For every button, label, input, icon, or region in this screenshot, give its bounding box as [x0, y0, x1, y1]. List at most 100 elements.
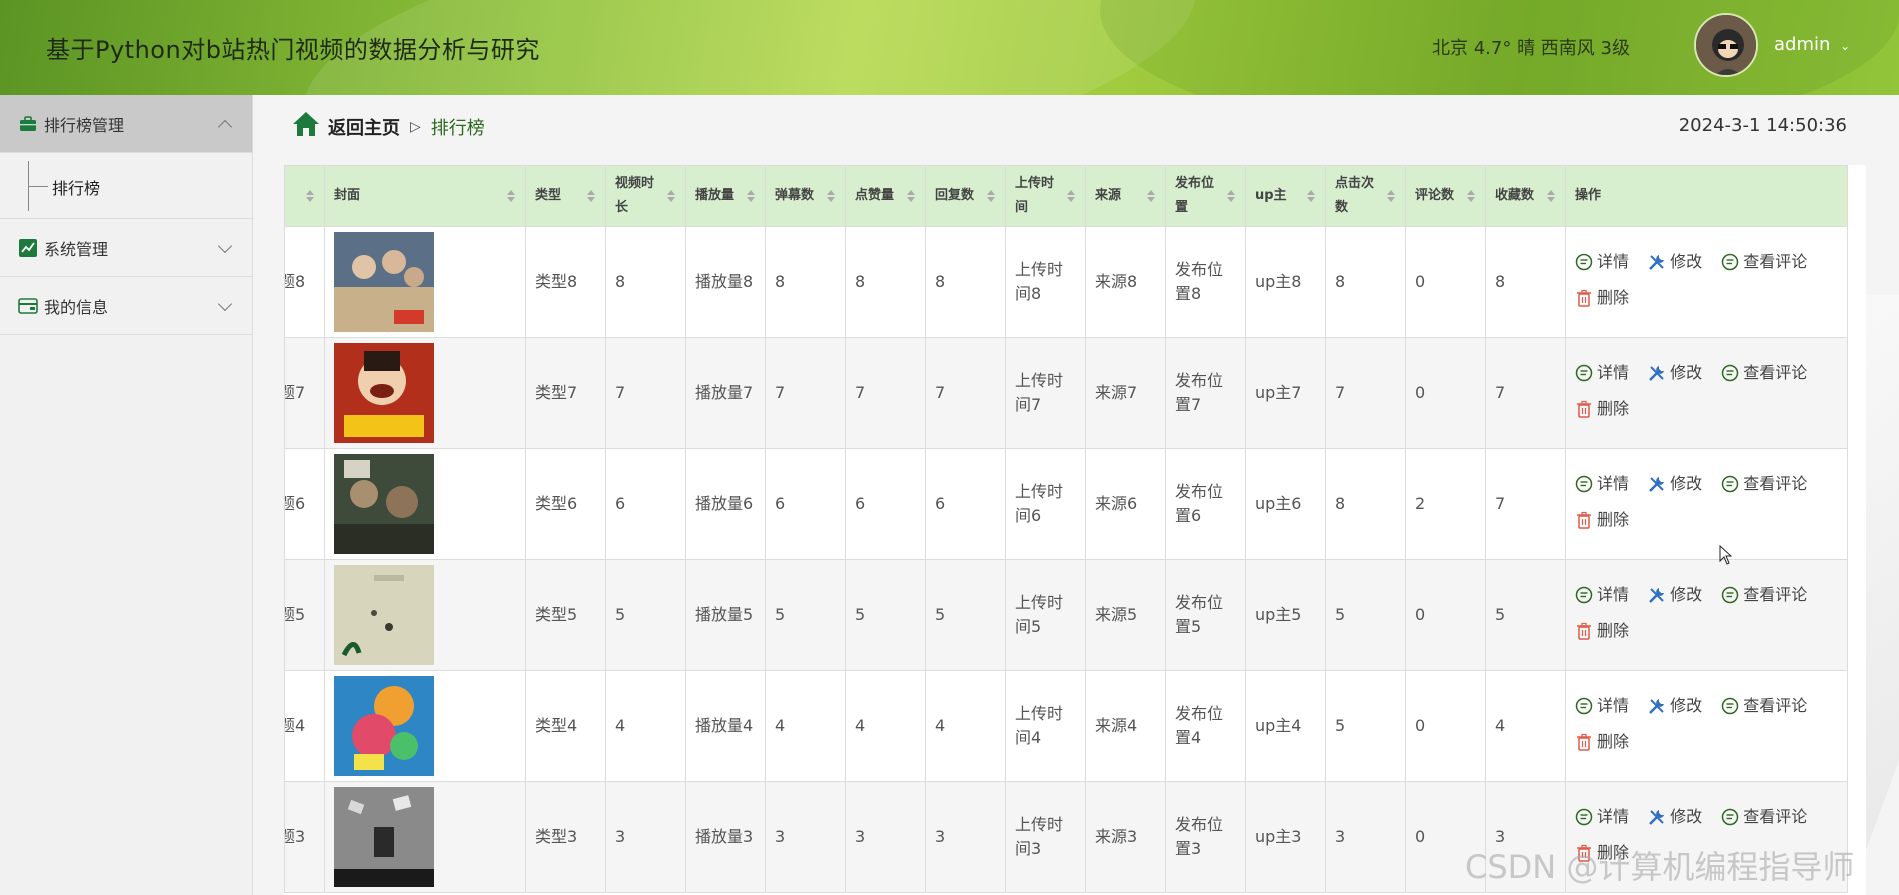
cover-image[interactable] — [334, 343, 434, 443]
delete-button[interactable]: 删除 — [1575, 508, 1629, 532]
home-icon[interactable] — [292, 111, 320, 142]
column-header[interactable]: 视频时长 — [605, 165, 686, 227]
cell-clicks: 7 — [1325, 337, 1406, 449]
cell-upload: 上传时间7 — [1005, 337, 1086, 449]
cell-type: 类型3 — [525, 781, 606, 893]
sort-icon[interactable] — [667, 190, 675, 202]
cover-image[interactable] — [334, 565, 434, 665]
sort-icon[interactable] — [587, 190, 595, 202]
edit-button[interactable]: 修改 — [1648, 583, 1702, 607]
detail-button[interactable]: 详情 — [1575, 361, 1629, 385]
cell-danmu: 6 — [765, 448, 846, 560]
column-header[interactable]: 发布位置 — [1165, 165, 1246, 227]
detail-icon — [1575, 808, 1593, 826]
sidebar-group-myinfo[interactable]: 我的信息 — [0, 277, 252, 335]
detail-button[interactable]: 详情 — [1575, 250, 1629, 274]
sort-icon[interactable] — [1467, 190, 1475, 202]
sort-icon[interactable] — [306, 190, 314, 202]
sort-icon[interactable] — [507, 190, 515, 202]
cell-location: 发布位置6 — [1165, 448, 1246, 560]
view-comments-icon — [1721, 697, 1739, 715]
column-header[interactable]: 来源 — [1085, 165, 1166, 227]
card-icon — [18, 296, 38, 316]
view-comments-button[interactable]: 查看评论 — [1721, 583, 1807, 607]
cell-id: 题3 — [284, 781, 325, 893]
cell-uploader: up主3 — [1245, 781, 1326, 893]
delete-button[interactable]: 删除 — [1575, 730, 1629, 754]
cell-replies: 6 — [925, 448, 1006, 560]
cell-type: 类型7 — [525, 337, 606, 449]
cover-image[interactable] — [334, 787, 434, 887]
column-header[interactable]: 封面 — [324, 165, 526, 227]
cell-clicks: 5 — [1325, 670, 1406, 782]
breadcrumb-home[interactable]: 返回主页 — [328, 114, 400, 140]
column-header[interactable] — [284, 165, 325, 227]
delete-button[interactable]: 删除 — [1575, 619, 1629, 643]
sort-icon[interactable] — [987, 190, 995, 202]
delete-button[interactable]: 删除 — [1575, 286, 1629, 310]
cell-likes: 4 — [845, 670, 926, 782]
delete-icon — [1577, 400, 1591, 418]
user-menu[interactable]: admin ⌄ — [1774, 34, 1850, 55]
cell-comments: 0 — [1405, 226, 1486, 338]
sort-icon[interactable] — [1147, 190, 1155, 202]
sort-icon[interactable] — [747, 190, 755, 202]
sidebar-item-ranking[interactable]: 排行榜 — [0, 153, 252, 219]
detail-button[interactable]: 详情 — [1575, 805, 1629, 829]
detail-button[interactable]: 详情 — [1575, 472, 1629, 496]
cell-danmu: 4 — [765, 670, 846, 782]
avatar[interactable] — [1694, 13, 1758, 77]
view-comments-button[interactable]: 查看评论 — [1721, 250, 1807, 274]
edit-button[interactable]: 修改 — [1648, 694, 1702, 718]
edit-button[interactable]: 修改 — [1648, 361, 1702, 385]
cell-plays: 播放量7 — [685, 337, 766, 449]
column-header[interactable]: 上传时间 — [1005, 165, 1086, 227]
view-comments-button[interactable]: 查看评论 — [1721, 805, 1807, 829]
sort-icon[interactable] — [1547, 190, 1555, 202]
cell-id: 题6 — [284, 448, 325, 560]
column-header[interactable]: 点击次数 — [1325, 165, 1406, 227]
column-header[interactable]: 弹幕数 — [765, 165, 846, 227]
view-comments-button[interactable]: 查看评论 — [1721, 472, 1807, 496]
sort-icon[interactable] — [907, 190, 915, 202]
watermark: CSDN @计算机编程指导师 — [1465, 848, 1855, 886]
cell-location: 发布位置4 — [1165, 670, 1246, 782]
cell-replies: 3 — [925, 781, 1006, 893]
column-header[interactable]: up主 — [1245, 165, 1326, 227]
column-header[interactable]: 回复数 — [925, 165, 1006, 227]
table-header-row: 封面 类型 视频时长 播放量 弹幕数 点赞量 回复数 上传时间 来源 发布位置 … — [284, 165, 1848, 227]
cell-uploader: up主4 — [1245, 670, 1326, 782]
column-header[interactable]: 类型 — [525, 165, 606, 227]
sort-icon[interactable] — [827, 190, 835, 202]
view-comments-button[interactable]: 查看评论 — [1721, 694, 1807, 718]
edit-button[interactable]: 修改 — [1648, 805, 1702, 829]
sort-icon[interactable] — [1307, 190, 1315, 202]
detail-icon — [1575, 697, 1593, 715]
app-header: 基于Python对b站热门视频的数据分析与研究 北京 4.7° 晴 西南风 3级… — [0, 0, 1899, 95]
sort-icon[interactable] — [1387, 190, 1395, 202]
cell-source: 来源6 — [1085, 448, 1166, 560]
sidebar-group-system[interactable]: 系统管理 — [0, 219, 252, 277]
column-header[interactable]: 点赞量 — [845, 165, 926, 227]
edit-button[interactable]: 修改 — [1648, 250, 1702, 274]
delete-button[interactable]: 删除 — [1575, 397, 1629, 421]
edit-button[interactable]: 修改 — [1648, 472, 1702, 496]
cell-source: 来源3 — [1085, 781, 1166, 893]
cover-image[interactable] — [334, 232, 434, 332]
view-comments-button[interactable]: 查看评论 — [1721, 361, 1807, 385]
cell-replies: 5 — [925, 559, 1006, 671]
column-header[interactable]: 播放量 — [685, 165, 766, 227]
column-header[interactable]: 收藏数 — [1485, 165, 1566, 227]
column-header[interactable]: 评论数 — [1405, 165, 1486, 227]
edit-icon — [1649, 255, 1665, 270]
sidebar-group-ranking[interactable]: 排行榜管理 — [0, 95, 252, 153]
cover-image[interactable] — [334, 454, 434, 554]
cell-source: 来源4 — [1085, 670, 1166, 782]
current-datetime: 2024-3-1 14:50:36 — [1678, 115, 1847, 136]
sort-icon[interactable] — [1227, 190, 1235, 202]
detail-button[interactable]: 详情 — [1575, 694, 1629, 718]
detail-icon — [1575, 475, 1593, 493]
sort-icon[interactable] — [1067, 190, 1075, 202]
detail-button[interactable]: 详情 — [1575, 583, 1629, 607]
cover-image[interactable] — [334, 676, 434, 776]
